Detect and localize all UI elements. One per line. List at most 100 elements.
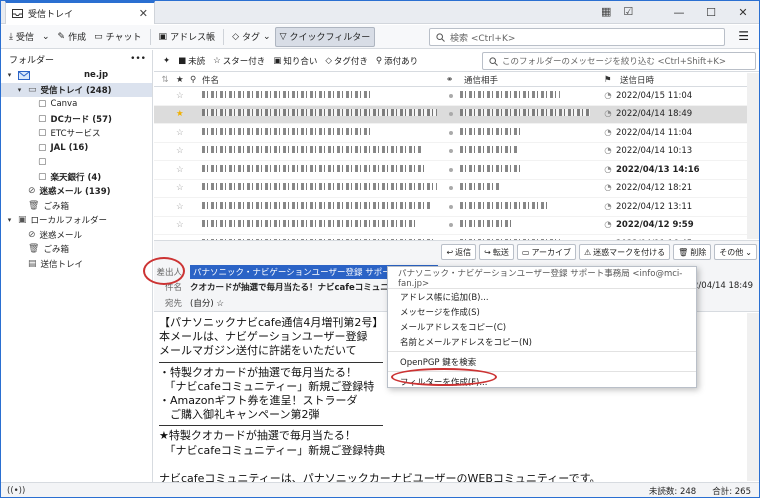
pin-icon[interactable]: ✦	[160, 52, 173, 70]
chevron-down-icon[interactable]: ▾	[5, 216, 14, 224]
sidebar-folder-item[interactable]: ▢	[1, 155, 152, 170]
star-icon[interactable]: ☆	[176, 202, 192, 212]
star-icon[interactable]: ☆	[176, 146, 192, 156]
star-icon: ☆	[213, 55, 221, 66]
read-column-icon[interactable]: ⚭	[446, 75, 464, 85]
thread-column-icon[interactable]: ⇅	[154, 75, 176, 85]
delete-button[interactable]: 🗑 削除	[673, 244, 712, 260]
junk-status-icon[interactable]: ◔	[600, 91, 616, 101]
thread-scrollbar[interactable]	[747, 73, 759, 239]
sidebar-folder-item[interactable]: ▢ Canva	[1, 97, 152, 112]
thread-row[interactable]: ☆ ◔ 2022/04/12 18:21	[154, 180, 759, 198]
junk-button[interactable]: ⚠ 迷惑マークを付ける	[578, 244, 671, 260]
tab-inbox[interactable]: 受信トレイ ✕	[5, 1, 155, 24]
filter-attachment-button[interactable]: ⚲ 添付あり	[373, 52, 421, 70]
junk-status-icon[interactable]: ◔	[600, 220, 616, 230]
thread-row[interactable]: ☆ ◔ 2022/04/12 13:11	[154, 198, 759, 217]
to-value[interactable]: (自分) ☆	[190, 297, 224, 309]
thread-row[interactable]: ☆ ◔ 2022/04/14 10:13	[154, 143, 759, 161]
body-scrollbar[interactable]	[747, 313, 759, 481]
minimize-button[interactable]: —	[663, 6, 695, 19]
receive-dropdown[interactable]: ⌄	[38, 27, 54, 47]
compose-message-item[interactable]: メッセージを作成(S)	[388, 304, 696, 319]
sidebar-folder-item[interactable]: ▤ 送信トレイ	[1, 257, 152, 272]
sidebar-folder-item[interactable]: ⊘ 迷惑メール	[1, 228, 152, 243]
junk-column-icon[interactable]: ⚑	[604, 75, 620, 85]
sidebar-folder-item[interactable]: ▢ 楽天銀行 (4)	[1, 170, 152, 185]
filter-starred-button[interactable]: ☆ スター付き	[210, 52, 268, 70]
junk-status-icon[interactable]: ◔	[600, 109, 616, 119]
toolbar-divider	[223, 28, 225, 45]
from-column-header[interactable]: 通信相手	[464, 74, 604, 86]
tasks-icon[interactable]: ☑	[623, 5, 633, 18]
read-status-icon[interactable]	[442, 109, 460, 119]
filter-tagged-button[interactable]: ◇ タグ付き	[322, 52, 371, 70]
date-cell: 2022/04/13 14:16	[616, 164, 700, 175]
star-icon[interactable]: ☆	[176, 165, 192, 175]
read-status-icon[interactable]	[442, 146, 460, 156]
maximize-button[interactable]: ☐	[695, 6, 727, 19]
filter-unread-button[interactable]: ■ 未読	[175, 52, 208, 70]
sidebar-folder-item[interactable]: ▾ ▣ ローカルフォルダー	[1, 213, 152, 228]
copy-name-address-item[interactable]: 名前とメールアドレスをコピー(N)	[388, 334, 696, 349]
read-status-icon[interactable]	[442, 91, 460, 101]
junk-status-icon[interactable]: ◔	[600, 146, 616, 156]
chevron-down-icon[interactable]: ▾	[15, 86, 24, 94]
addressbook-icon: ▣	[158, 31, 168, 42]
calendar-icon[interactable]: ▦	[601, 5, 611, 18]
sidebar-folder-item[interactable]: ▢ ETCサービス	[1, 126, 152, 141]
date-column-header[interactable]: 送信日時	[620, 74, 654, 86]
compose-button[interactable]: ✎ 作成	[54, 27, 91, 47]
close-button[interactable]: ✕	[727, 6, 759, 19]
sidebar-folder-item[interactable]: ▢ JAL (16)	[1, 141, 152, 156]
junk-status-icon[interactable]: ◔	[600, 128, 616, 138]
more-options-icon[interactable]: •••	[130, 54, 146, 64]
trash-icon: 🗑	[28, 244, 40, 255]
tab-close-icon[interactable]: ✕	[139, 7, 148, 20]
sidebar-folder-item[interactable]: ▾ ▭ 受信トレイ (248)	[1, 82, 152, 97]
star-icon[interactable]: ☆	[176, 128, 192, 138]
more-button[interactable]: その他 ⌄	[714, 244, 757, 260]
online-status-icon[interactable]: ((•))	[7, 486, 25, 496]
thread-row[interactable]: ★ ◔ 2022/04/14 18:49	[154, 105, 759, 124]
copy-address-item[interactable]: メールアドレスをコピー(C)	[388, 319, 696, 334]
star-column-icon[interactable]: ★	[176, 75, 190, 85]
global-search-input[interactable]: 検索 <Ctrl+K>	[429, 28, 725, 46]
account-item[interactable]: ▾ ne.jp	[1, 68, 152, 83]
read-status-icon[interactable]	[442, 128, 460, 138]
hamburger-menu-icon[interactable]: ☰	[738, 29, 749, 43]
read-status-icon[interactable]	[442, 165, 460, 175]
sidebar-folder-item[interactable]: ▢ DCカード (57)	[1, 112, 152, 127]
sidebar-folder-item[interactable]: 🗑 ごみ箱	[1, 199, 152, 214]
junk-status-icon[interactable]: ◔	[600, 165, 616, 175]
read-status-icon[interactable]	[442, 220, 460, 230]
add-to-addressbook-item[interactable]: アドレス帳に追加(B)...	[388, 289, 696, 304]
star-icon[interactable]: ☆	[176, 91, 192, 101]
star-icon[interactable]: ☆	[176, 220, 192, 230]
read-status-icon[interactable]	[442, 202, 460, 212]
subject-column-header[interactable]: 件名	[202, 74, 446, 86]
thread-row[interactable]: ☆ ◔ 2022/04/13 14:16	[154, 161, 759, 180]
sidebar-folder-item[interactable]: ⊘ 迷惑メール (139)	[1, 184, 152, 199]
thread-row[interactable]: ☆ ◔ 2022/04/14 11:04	[154, 124, 759, 143]
receive-button[interactable]: ⤓ 受信	[5, 27, 38, 47]
tag-button[interactable]: ◇ タグ ⌄	[228, 27, 274, 47]
filter-contacts-button[interactable]: ▣ 知り合い	[270, 52, 320, 70]
reply-button[interactable]: ↩ 返信	[441, 244, 477, 260]
junk-status-icon[interactable]: ◔	[600, 202, 616, 212]
addressbook-button[interactable]: ▣ アドレス帳	[155, 27, 220, 47]
attachment-column-icon[interactable]: ⚲	[190, 75, 202, 85]
thread-row[interactable]: ☆ ◔ 2022/04/15 11:04	[154, 87, 759, 106]
junk-status-icon[interactable]: ◔	[600, 183, 616, 193]
quickfilter-button[interactable]: ▽ クイックフィルター	[274, 26, 376, 47]
archive-button[interactable]: ▭ アーカイブ	[516, 244, 576, 260]
star-icon[interactable]: ☆	[176, 183, 192, 193]
star-icon[interactable]: ★	[176, 109, 192, 119]
find-openpgp-key-item[interactable]: OpenPGP 鍵を検索	[388, 354, 696, 369]
chat-button[interactable]: ▭ チャット	[90, 27, 145, 47]
folder-filter-input[interactable]: このフォルダーのメッセージを絞り込む <Ctrl+Shift+K>	[482, 52, 756, 70]
thread-row[interactable]: ☆ ◔ 2022/04/12 9:59	[154, 217, 759, 235]
read-status-icon[interactable]	[442, 183, 460, 193]
forward-button[interactable]: ↪ 転送	[479, 244, 514, 260]
sidebar-folder-item[interactable]: 🗑 ごみ箱	[1, 242, 152, 257]
